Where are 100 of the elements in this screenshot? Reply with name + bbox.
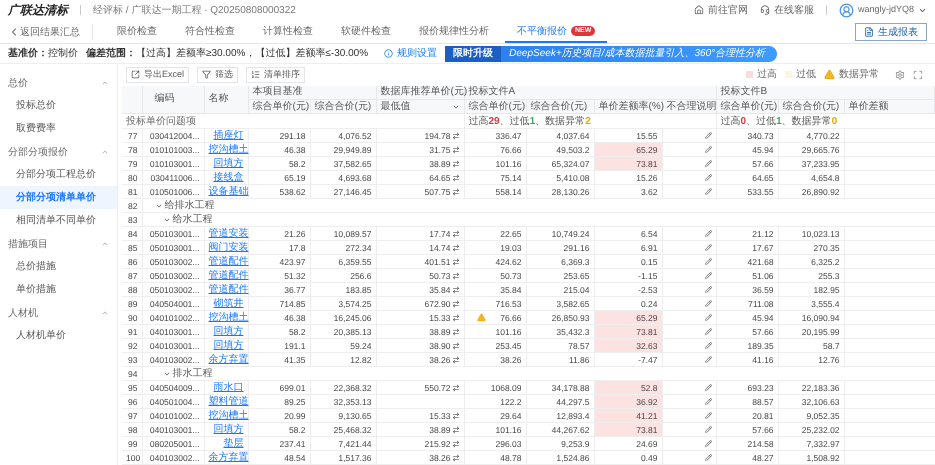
- db-option-select[interactable]: 最低值: [380, 100, 460, 112]
- item-name-link[interactable]: 回填方: [214, 424, 244, 435]
- swap-icon[interactable]: [452, 272, 460, 280]
- swap-icon[interactable]: [452, 244, 460, 252]
- swap-icon[interactable]: [452, 286, 460, 294]
- report-button[interactable]: 生成报表: [855, 23, 927, 41]
- header-link[interactable]: 前往官网: [694, 2, 748, 18]
- sidebar-item[interactable]: 分部分项工程总价: [0, 163, 117, 186]
- item-name-link[interactable]: 挖沟槽土: [208, 410, 248, 421]
- swap-icon[interactable]: [452, 146, 460, 154]
- edit-icon[interactable]: [704, 412, 712, 419]
- edit-icon[interactable]: [704, 398, 712, 405]
- edit-icon[interactable]: [704, 342, 712, 349]
- edit-icon[interactable]: [704, 328, 712, 335]
- sidebar-item[interactable]: 相同清单不同单价: [0, 209, 117, 232]
- swap-icon[interactable]: [452, 300, 460, 308]
- edit-icon[interactable]: [704, 314, 712, 321]
- user-menu[interactable]: wangly-jdYQ8: [858, 3, 914, 17]
- swap-icon[interactable]: [452, 426, 460, 434]
- table-cell: 401.51: [424, 256, 450, 268]
- item-name-link[interactable]: 阀门安装: [208, 242, 248, 253]
- item-name-link[interactable]: 塑料管道: [208, 396, 248, 407]
- swap-icon[interactable]: [452, 160, 460, 168]
- edit-icon[interactable]: [704, 426, 712, 433]
- swap-icon[interactable]: [452, 188, 460, 196]
- sidebar-item[interactable]: 分部分项清单单价: [0, 186, 117, 209]
- swap-icon[interactable]: [452, 384, 460, 392]
- group-row-toggle[interactable]: 给水工程: [142, 214, 212, 226]
- item-name-link[interactable]: 管道安装: [208, 228, 248, 239]
- sidebar-item[interactable]: 人材机单价: [0, 324, 117, 347]
- sidebar-group[interactable]: 措施项目: [0, 233, 117, 255]
- fullscreen-icon[interactable]: [913, 70, 923, 80]
- swap-icon[interactable]: [452, 258, 460, 266]
- edit-icon[interactable]: [704, 286, 712, 293]
- swap-icon[interactable]: [452, 454, 460, 462]
- item-name-link[interactable]: 挖沟槽土: [208, 144, 248, 155]
- toolbar-button[interactable]: 导出Excel: [126, 66, 190, 83]
- item-name-link[interactable]: 管道配件: [208, 284, 248, 295]
- edit-icon[interactable]: [704, 258, 712, 265]
- edit-icon[interactable]: [704, 384, 712, 391]
- header-link[interactable]: 在线客服: [760, 2, 814, 18]
- tab[interactable]: 报价规律性分析: [407, 21, 501, 43]
- swap-icon[interactable]: [452, 328, 460, 336]
- sidebar-group[interactable]: 分部分项报价: [0, 141, 117, 163]
- back-link[interactable]: 返回结果汇总: [8, 24, 93, 40]
- item-name-link[interactable]: 砌筑井: [214, 298, 244, 309]
- sidebar-item[interactable]: 总价措施: [0, 255, 117, 278]
- item-name-link[interactable]: 回填方: [214, 326, 244, 337]
- item-name-link[interactable]: 接线盒: [214, 172, 244, 183]
- swap-icon[interactable]: [452, 174, 460, 182]
- edit-icon[interactable]: [704, 160, 712, 167]
- edit-icon[interactable]: [704, 244, 712, 251]
- promo-banner[interactable]: 限时升级 DeepSeek+历史项目/成本数据批量引入、360°合理性分析: [445, 46, 778, 62]
- item-name-link[interactable]: 雨水口: [214, 382, 244, 393]
- swap-icon[interactable]: [452, 440, 460, 448]
- edit-icon[interactable]: [704, 356, 712, 363]
- rule-settings-link[interactable]: 规则设置: [384, 46, 438, 61]
- tab[interactable]: 符合性检查: [173, 21, 247, 43]
- swap-icon[interactable]: [452, 314, 460, 322]
- swap-icon[interactable]: [452, 132, 460, 140]
- sidebar-item[interactable]: 投标总价: [0, 94, 117, 117]
- sidebar-item[interactable]: 单价措施: [0, 278, 117, 301]
- edit-icon[interactable]: [704, 188, 712, 195]
- edit-icon[interactable]: [704, 440, 712, 447]
- edit-icon[interactable]: [704, 132, 712, 139]
- settings-icon[interactable]: [895, 70, 905, 80]
- item-name-link[interactable]: 回填方: [214, 340, 244, 351]
- edit-icon[interactable]: [704, 454, 712, 461]
- table-cell: 64.65: [716, 170, 778, 184]
- toolbar-button[interactable]: 筛选: [197, 66, 238, 83]
- item-name-link[interactable]: 管道配件: [208, 270, 248, 281]
- swap-icon[interactable]: [452, 356, 460, 364]
- toolbar-button[interactable]: 清单排序: [246, 66, 306, 83]
- edit-icon[interactable]: [704, 300, 712, 307]
- table-cell: 38.89: [429, 158, 450, 170]
- tab[interactable]: 软硬件检查: [329, 21, 403, 43]
- group-row-toggle[interactable]: 给排水工程: [142, 200, 214, 212]
- item-name-link[interactable]: 插座灯: [214, 130, 244, 141]
- edit-icon[interactable]: [704, 272, 712, 279]
- table-cell: 44,267.62: [526, 422, 594, 436]
- swap-icon[interactable]: [452, 230, 460, 238]
- swap-icon[interactable]: [452, 412, 460, 420]
- group-row-toggle[interactable]: 排水工程: [142, 368, 212, 380]
- swap-icon[interactable]: [452, 342, 460, 350]
- item-name-link[interactable]: 回填方: [214, 158, 244, 169]
- item-name-link[interactable]: 余方弃置: [208, 354, 248, 365]
- item-name-link[interactable]: 挖沟槽土: [208, 312, 248, 323]
- item-name-link[interactable]: 管道配件: [208, 256, 248, 267]
- edit-icon[interactable]: [704, 146, 712, 153]
- sidebar-group[interactable]: 人材机: [0, 302, 117, 324]
- item-name-link[interactable]: 设备基础: [208, 186, 248, 197]
- tab[interactable]: 计算性检查: [251, 21, 325, 43]
- sidebar-group[interactable]: 总价: [0, 72, 117, 94]
- edit-icon[interactable]: [704, 174, 712, 181]
- item-name-link[interactable]: 垫层: [224, 438, 244, 449]
- edit-icon[interactable]: [704, 230, 712, 237]
- item-name-link[interactable]: 余方弃置: [208, 452, 248, 463]
- tab[interactable]: 限价检查: [105, 21, 169, 43]
- sidebar-item[interactable]: 取费费率: [0, 117, 117, 140]
- table-cell: 36.77: [248, 282, 310, 296]
